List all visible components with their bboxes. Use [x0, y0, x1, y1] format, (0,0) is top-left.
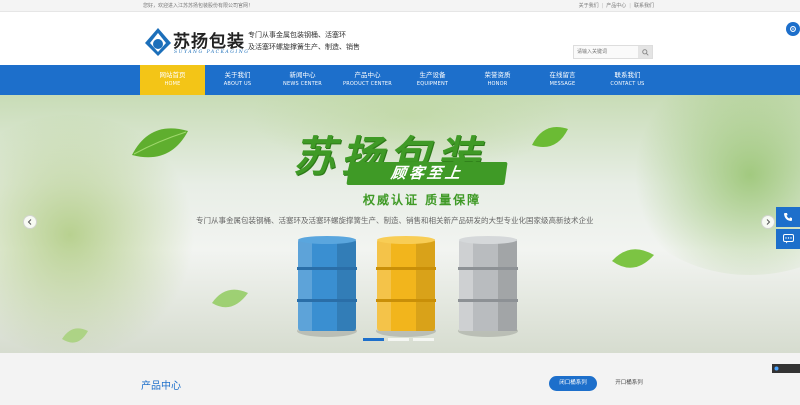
welcome-text: 您好，欢迎进入江苏苏扬包装股份有限公司官网！ [143, 3, 254, 9]
nav-item-home[interactable]: 网站首页 HOME [140, 65, 205, 95]
top-bar: 您好，欢迎进入江苏苏扬包装股份有限公司官网！ 关于我们 | 产品中心 | 联系我… [0, 0, 800, 12]
leaf-decoration-icon [532, 127, 568, 147]
nav-item-label: 生产设备 [419, 71, 446, 79]
status-icon [774, 366, 779, 371]
top-link-products[interactable]: 产品中心 [606, 0, 626, 12]
floating-service-button[interactable] [786, 22, 800, 36]
banner-subtitle: 顾客至上 [346, 162, 508, 185]
nav-item-label: 荣誉资质 [484, 71, 511, 79]
carousel-dot[interactable] [363, 338, 384, 341]
section-title: 产品中心 [141, 381, 181, 392]
side-contact-bar [776, 207, 800, 249]
phone-icon [784, 213, 792, 221]
chevron-left-icon [27, 219, 32, 225]
silver-barrel-image [458, 236, 518, 337]
nav-item-sublabel: NEWS CENTER [283, 81, 322, 87]
nav-item-sublabel: ABOUT US [223, 81, 252, 87]
carousel-dot[interactable] [413, 338, 434, 341]
banner-tagline: 权威认证 质量保障 [363, 193, 482, 207]
banner-description: 专门从事金属包装钢桶、活塞环及活塞环螺旋撑簧生产、制造、销售和相关新产品研发的大… [196, 216, 594, 225]
cnzz-badge[interactable] [772, 364, 800, 373]
top-links: 关于我们 | 产品中心 | 联系我们 [579, 0, 654, 12]
logo-mark-icon [145, 28, 171, 56]
nav-item-label: 新闻中心 [289, 71, 316, 79]
nav-item-contact[interactable]: 联系我们 CONTACT US [595, 65, 660, 95]
nav-item-sublabel: HOME [164, 81, 181, 87]
nav-item-sublabel: CONTACT US [610, 81, 645, 87]
chat-button[interactable] [776, 229, 800, 249]
separator: | [629, 3, 631, 9]
logo-english: SUYANG PACKAGING [174, 50, 250, 55]
nav-item-honor[interactable]: 荣誉资质 HONOR [465, 65, 530, 95]
carousel-dot[interactable] [388, 338, 409, 341]
leaf-decoration-icon [62, 328, 88, 343]
search-box [573, 45, 653, 59]
top-link-contact[interactable]: 联系我们 [634, 0, 654, 12]
separator: | [601, 3, 604, 9]
top-link-about[interactable]: 关于我们 [579, 0, 599, 12]
search-input[interactable] [574, 46, 638, 58]
phone-button[interactable] [776, 207, 800, 227]
main-nav: 网站首页 HOME 关于我们 ABOUT US 新闻中心 NEWS CENTER… [0, 65, 800, 95]
chat-icon [782, 234, 794, 244]
leaf-decoration-icon [212, 289, 248, 308]
leaf-decoration-icon [612, 249, 654, 268]
leaf-decoration-icon [132, 128, 188, 158]
nav-item-equipment[interactable]: 生产设备 EQUIPMENT [400, 65, 465, 95]
product-center-section: 产品中心 闭口桶系列 开口桶系列 [0, 353, 800, 405]
nav-item-about[interactable]: 关于我们 ABOUT US [205, 65, 270, 95]
nav-item-label: 关于我们 [224, 71, 251, 79]
nav-item-label: 在线留言 [549, 71, 576, 79]
nav-item-label: 联系我们 [614, 71, 641, 79]
logo[interactable]: 苏扬包装 SUYANG PACKAGING [144, 27, 248, 61]
nav-item-news[interactable]: 新闻中心 NEWS CENTER [270, 65, 335, 95]
nav-item-sublabel: MESSAGE [549, 81, 576, 87]
nav-item-products[interactable]: 产品中心 PRODUCT CENTER [335, 65, 400, 95]
nav-item-label: 网站首页 [159, 71, 186, 79]
search-icon [641, 48, 649, 56]
site-header: 苏扬包装 SUYANG PACKAGING 专门从事金属包装钢桶、活塞环 及活塞… [0, 12, 800, 65]
nav-item-label: 产品中心 [354, 71, 381, 79]
gear-icon [790, 26, 796, 32]
nav-item-sublabel: HONOR [487, 81, 508, 87]
nav-item-message[interactable]: 在线留言 MESSAGE [530, 65, 595, 95]
banner-next-button[interactable] [761, 215, 775, 229]
chevron-right-icon [766, 219, 771, 225]
nav-item-sublabel: EQUIPMENT [416, 81, 449, 87]
tab-open-barrel[interactable]: 开口桶系列 [606, 376, 652, 391]
search-button[interactable] [638, 46, 652, 58]
slogan-line-2: 及活塞环螺旋撑簧生产、制造、销售 [248, 43, 360, 51]
nav-item-sublabel: PRODUCT CENTER [343, 81, 392, 87]
blue-barrel-image [297, 236, 357, 337]
carousel-indicators [363, 338, 434, 341]
hero-banner: 苏扬包装 顾客至上 权威认证 质量保障 专门从事金属包装钢桶、活塞环及活塞环螺旋… [0, 95, 800, 353]
header-slogan: 专门从事金属包装钢桶、活塞环 及活塞环螺旋撑簧生产、制造、销售 [248, 29, 360, 53]
yellow-barrel-image [376, 236, 436, 337]
banner-prev-button[interactable] [23, 215, 37, 229]
slogan-line-1: 专门从事金属包装钢桶、活塞环 [248, 31, 346, 39]
tab-closed-barrel[interactable]: 闭口桶系列 [549, 376, 597, 391]
logo-name: 苏扬包装 [173, 32, 245, 52]
